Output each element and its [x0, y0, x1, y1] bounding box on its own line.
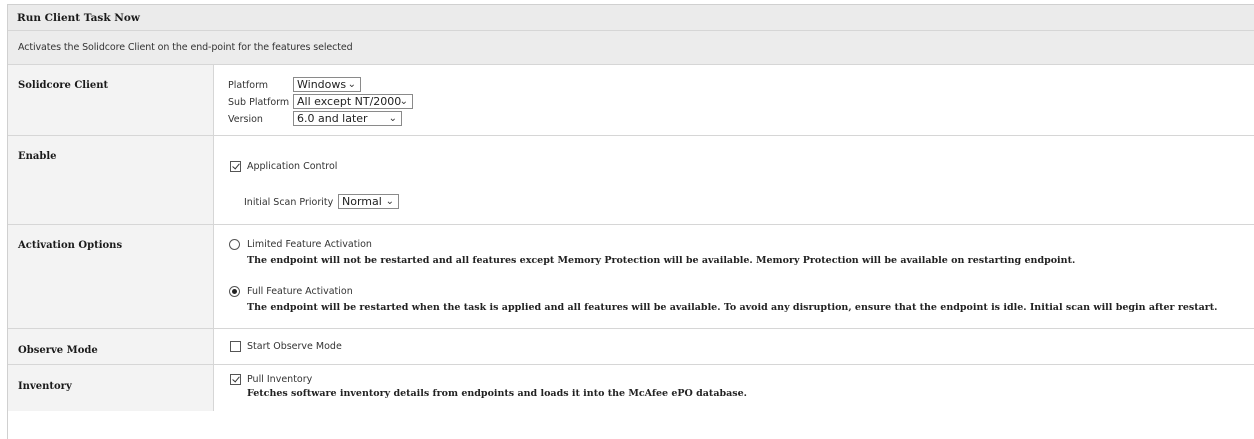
pull-inventory-checkbox[interactable]: [230, 374, 241, 385]
pull-inventory-label: Pull Inventory: [247, 374, 313, 385]
chevron-down-icon: ⌄: [399, 96, 408, 107]
sub-platform-label: Sub Platform: [228, 97, 290, 108]
start-observe-mode-label: Start Observe Mode: [247, 341, 342, 352]
enable-values: Application Control Initial Scan Priorit…: [214, 136, 1254, 224]
observe-mode-values: Start Observe Mode: [214, 329, 1254, 364]
chevron-down-icon: ⌄: [385, 196, 394, 207]
solidcore-client-row: Solidcore Client Platform Windows ⌄ Sub …: [8, 65, 1254, 136]
limited-activation-description: The endpoint will not be restarted and a…: [247, 255, 1076, 266]
start-observe-mode-checkbox[interactable]: [230, 341, 241, 352]
chevron-down-icon: ⌄: [347, 79, 356, 90]
activation-options-values: Limited Feature Activation The endpoint …: [214, 225, 1254, 328]
full-activation-description: The endpoint will be restarted when the …: [247, 302, 1218, 313]
panel-description-bar: Activates the Solidcore Client on the en…: [8, 31, 1254, 65]
inventory-values: Pull Inventory Fetches software inventor…: [214, 365, 1254, 411]
application-control-label: Application Control: [247, 161, 338, 172]
inventory-row: Inventory Pull Inventory Fetches softwar…: [8, 365, 1254, 411]
platform-select[interactable]: Windows ⌄: [293, 77, 361, 92]
scan-priority-select-value: Normal: [342, 195, 382, 208]
solidcore-client-label-cell: Solidcore Client: [8, 65, 214, 135]
platform-label: Platform: [228, 80, 269, 91]
enable-label: Enable: [18, 151, 57, 162]
run-client-task-panel: Run Client Task Now Activates the Solidc…: [7, 4, 1254, 439]
inventory-label: Inventory: [18, 381, 72, 392]
solidcore-client-label: Solidcore Client: [18, 80, 109, 91]
version-select[interactable]: 6.0 and later ⌄: [293, 111, 402, 126]
inventory-label-cell: Inventory: [8, 365, 214, 411]
application-control-checkbox[interactable]: [230, 161, 241, 172]
limited-activation-radio[interactable]: [229, 239, 240, 250]
full-activation-radio[interactable]: [229, 286, 240, 297]
enable-row: Enable Application Control Initial Scan …: [8, 136, 1254, 225]
full-activation-label: Full Feature Activation: [247, 286, 353, 297]
scan-priority-select[interactable]: Normal ⌄: [338, 194, 399, 209]
chevron-down-icon: ⌄: [388, 113, 397, 124]
sub-platform-select-value: All except NT/2000: [297, 95, 402, 108]
observe-mode-label-cell: Observe Mode: [8, 329, 214, 364]
pull-inventory-description: Fetches software inventory details from …: [247, 388, 747, 399]
panel-description: Activates the Solidcore Client on the en…: [18, 42, 353, 53]
activation-options-label-cell: Activation Options: [8, 225, 214, 328]
panel-title-bar: Run Client Task Now: [8, 5, 1254, 31]
panel-title: Run Client Task Now: [17, 11, 140, 24]
sub-platform-select[interactable]: All except NT/2000 ⌄: [293, 94, 413, 109]
platform-select-value: Windows: [297, 78, 347, 91]
activation-options-label: Activation Options: [18, 240, 123, 251]
observe-mode-row: Observe Mode Start Observe Mode: [8, 329, 1254, 365]
scan-priority-label: Initial Scan Priority: [244, 197, 334, 208]
limited-activation-label: Limited Feature Activation: [247, 239, 372, 250]
enable-label-cell: Enable: [8, 136, 214, 224]
version-label: Version: [228, 114, 263, 125]
activation-options-row: Activation Options Limited Feature Activ…: [8, 225, 1254, 329]
solidcore-client-values: Platform Windows ⌄ Sub Platform All exce…: [214, 65, 1254, 135]
version-select-value: 6.0 and later: [297, 112, 368, 125]
observe-mode-label: Observe Mode: [18, 345, 98, 356]
